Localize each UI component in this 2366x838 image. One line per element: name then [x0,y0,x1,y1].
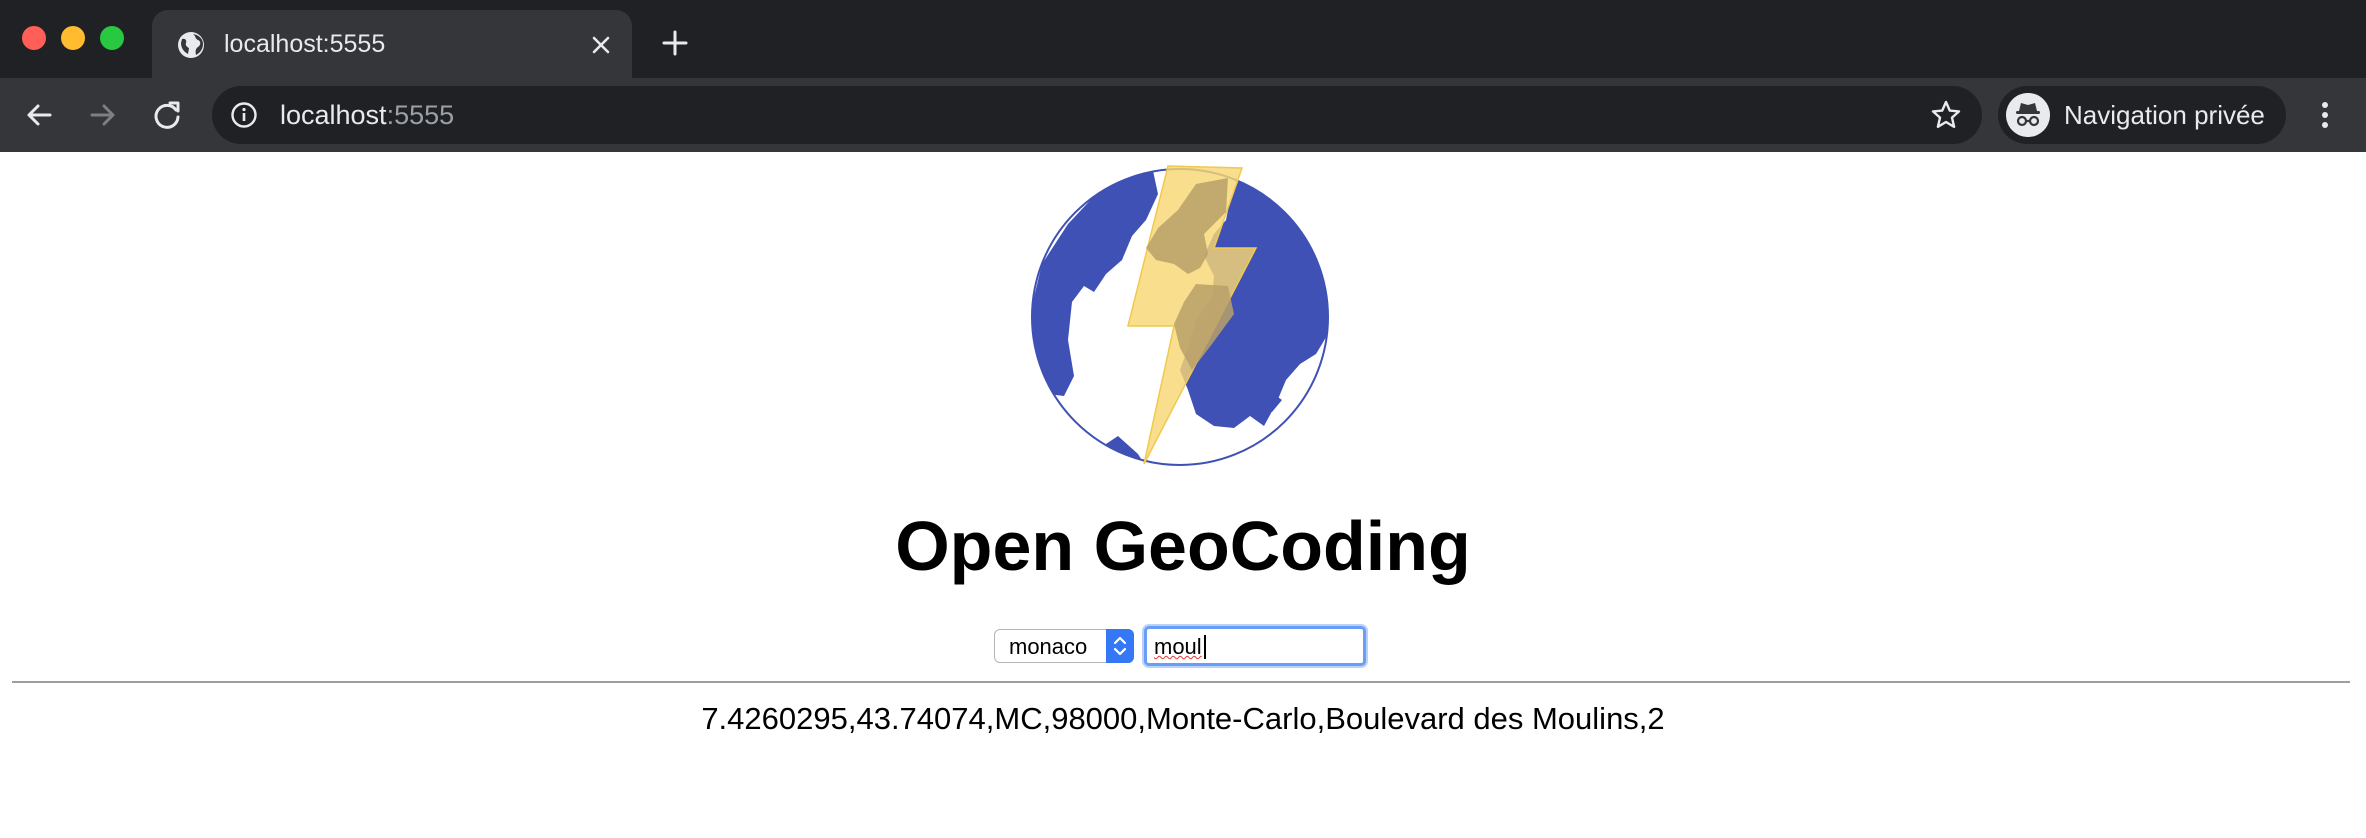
geocoding-result: 7.4260295,43.74074,MC,98000,Monte-Carlo,… [701,701,1665,736]
country-select[interactable]: monaco [994,629,1134,663]
forward-arrow-icon[interactable] [84,96,122,134]
browser-tab[interactable]: localhost:5555 [152,10,632,80]
url-text: localhost:5555 [280,99,454,131]
url-port: :5555 [386,100,455,130]
globe-lightning-logo [1031,165,1329,466]
maximize-window-button[interactable] [100,26,124,50]
text-caret [1204,635,1206,659]
close-window-button[interactable] [22,26,46,50]
country-select-value: monaco [1009,634,1088,659]
browser-toolbar: localhost:5555 Navigation privée [0,78,2366,152]
site-info-icon[interactable] [230,101,258,129]
select-arrows-icon[interactable] [1106,629,1134,663]
profile-label: Navigation privée [2064,100,2265,130]
reload-icon[interactable] [148,96,186,134]
divider [12,681,2350,683]
incognito-icon [2006,93,2050,137]
minimize-window-button[interactable] [61,26,85,50]
browser-tabstrip: localhost:5555 [0,0,2366,80]
incognito-profile-button[interactable]: Navigation privée [1998,86,2286,144]
page-title: Open GeoCoding [895,507,1471,585]
more-menu-icon[interactable] [2306,96,2344,134]
globe-icon [178,32,204,58]
back-arrow-icon[interactable] [20,96,58,134]
tab-title: localhost:5555 [224,30,386,58]
chevron-updown-icon [1113,636,1127,656]
new-tab-icon[interactable] [656,24,694,62]
address-search-input[interactable]: moul [1144,626,1366,666]
address-bar[interactable]: localhost:5555 [212,86,1982,144]
close-tab-icon[interactable] [584,28,618,62]
bookmark-star-icon[interactable] [1930,99,1962,131]
url-host: localhost [280,100,387,130]
search-input-value: moul [1154,634,1202,659]
